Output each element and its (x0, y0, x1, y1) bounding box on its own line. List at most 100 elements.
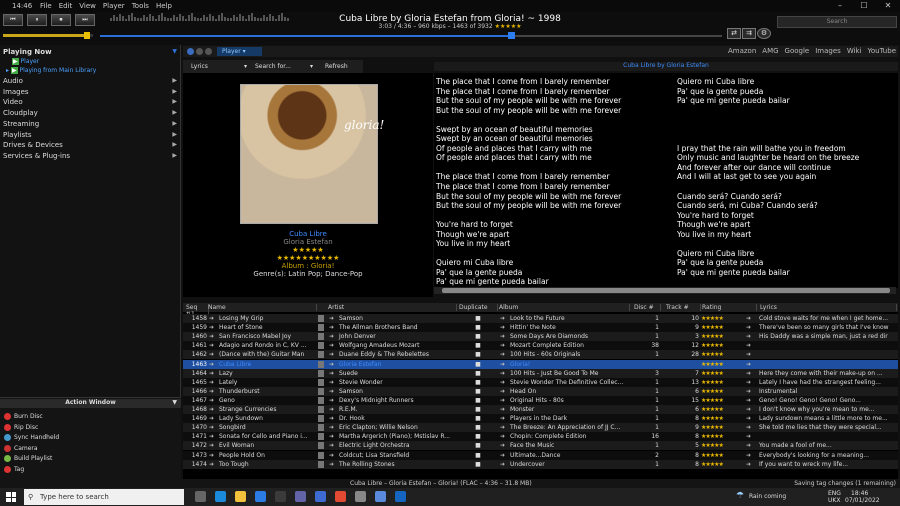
play-arrow-icon[interactable]: ➜ (329, 452, 337, 459)
play-arrow-icon[interactable]: ➜ (329, 351, 337, 358)
shuffle-button[interactable]: ⇄ (727, 28, 741, 39)
chevron-right-icon[interactable]: ▶ (172, 131, 177, 138)
album-arrow-icon[interactable]: ➜ (500, 333, 508, 340)
weather-text[interactable]: Rain coming (749, 493, 786, 500)
close-button[interactable]: ✕ (876, 0, 900, 12)
play-arrow-icon[interactable]: ➜ (209, 415, 217, 422)
column-header-lyrics[interactable]: Lyrics (759, 304, 897, 311)
column-header-track-[interactable]: Track # (665, 304, 701, 311)
link-youtube[interactable]: YouTube (868, 47, 896, 55)
minimize-button[interactable]: – (828, 0, 852, 12)
duplicate-checkbox[interactable]: ■ (458, 397, 498, 404)
taskbar-search-input[interactable]: ⚲ Type here to search (24, 489, 184, 505)
table-row[interactable]: 1467 Geno Dexy's Midnight Runners ■ Original… (183, 395, 898, 405)
lyrics-arrow-icon[interactable]: ➜ (746, 324, 754, 331)
lyrics-arrow-icon[interactable]: ➜ (746, 406, 754, 413)
play-arrow-icon[interactable]: ➜ (209, 433, 217, 440)
chevron-right-icon[interactable]: ▶ (172, 109, 177, 116)
lyrics-arrow-icon[interactable]: ➜ (746, 388, 754, 395)
duplicate-checkbox[interactable]: ■ (458, 370, 498, 377)
table-row[interactable]: 1459 Heart of Stone The Allman Brothers Ba… (183, 323, 898, 333)
tree-playing-from[interactable]: ▸ ▶ Playing from Main Library (6, 67, 96, 74)
duplicate-checkbox[interactable]: ■ (458, 324, 498, 331)
home-icon[interactable] (205, 48, 212, 55)
table-row[interactable]: 1468 Strange Currencies R.E.M. ■ Monster 1 6 ★★… (183, 405, 898, 414)
lyrics-arrow-icon[interactable]: ➜ (746, 433, 754, 440)
tree-item-audio[interactable]: Audio ▶ (3, 77, 177, 85)
play-arrow-icon[interactable]: ➜ (209, 452, 217, 459)
tree-player[interactable]: ▶ Player (12, 58, 39, 65)
tree-item-streaming[interactable]: Streaming ▶ (3, 120, 177, 128)
media-center-icon[interactable] (315, 491, 326, 502)
chevron-right-icon[interactable]: ▶ (172, 141, 177, 148)
play-arrow-icon[interactable]: ➜ (209, 315, 217, 322)
dropdown-arrow-icon[interactable]: ▾ (310, 63, 313, 70)
table-row[interactable]: 1474 Too Tough The Rolling Stones ■ Undercov… (183, 459, 898, 469)
lyrics-arrow-icon[interactable]: ➜ (746, 397, 754, 404)
menu-file[interactable]: File (40, 2, 52, 10)
play-arrow-icon[interactable]: ➜ (209, 351, 217, 358)
refresh-icon[interactable] (196, 48, 203, 55)
link-images[interactable]: Images (815, 47, 841, 55)
play-arrow-icon[interactable]: ➜ (329, 433, 337, 440)
lyrics-arrow-icon[interactable]: ➜ (746, 415, 754, 422)
link-amazon[interactable]: Amazon (728, 47, 756, 55)
album-arrow-icon[interactable]: ➜ (500, 351, 508, 358)
teams-icon[interactable] (295, 491, 306, 502)
play-arrow-icon[interactable]: ➜ (329, 342, 337, 349)
edge-icon[interactable] (215, 491, 226, 502)
table-row[interactable]: 1471 Sonata for Cello and Piano i... Marth… (183, 432, 898, 442)
duplicate-checkbox[interactable]: ■ (458, 442, 498, 449)
play-arrow-icon[interactable]: ➜ (209, 333, 217, 340)
stop-button[interactable]: ⏹ (51, 14, 71, 26)
play-arrow-icon[interactable]: ➜ (329, 397, 337, 404)
play-arrow-icon[interactable]: ➜ (329, 324, 337, 331)
next-button[interactable]: ⏭ (75, 14, 95, 26)
tree-item-drives-devices[interactable]: Drives & Devices ▶ (3, 141, 177, 149)
windows-start-icon[interactable] (6, 492, 16, 502)
tree-item-playlists[interactable]: Playlists ▶ (3, 131, 177, 139)
mail-icon[interactable] (255, 491, 266, 502)
lyrics-arrow-icon[interactable]: ➜ (746, 351, 754, 358)
duplicate-checkbox[interactable]: ■ (458, 452, 498, 459)
play-arrow-icon[interactable]: ➜ (329, 361, 337, 368)
chevron-right-icon[interactable]: ▶ (172, 88, 177, 95)
expand-icon[interactable]: ▸ (6, 67, 9, 74)
track-tag-stars[interactable]: ★★★★★★★★★★ (183, 254, 433, 262)
repeat-button[interactable]: ⇉ (742, 28, 756, 39)
table-row[interactable]: 1470 Songbird Eric Clapton; Willie Nelson ■… (183, 423, 898, 433)
dropdown-arrow-icon[interactable]: ▾ (244, 63, 247, 70)
table-row[interactable]: 1465 Lately Stevie Wonder ■ Stevie Wonder Th… (183, 377, 898, 387)
play-arrow-icon[interactable]: ➜ (209, 342, 217, 349)
tree-item-cloudplay[interactable]: Cloudplay ▶ (3, 109, 177, 117)
play-arrow-icon[interactable]: ➜ (329, 442, 337, 449)
table-row[interactable]: 1461 Adagio and Rondo in C, KV ... Wolfgan… (183, 341, 898, 351)
search-for-dropdown[interactable]: Search for... ▾ (251, 63, 313, 70)
chevron-down-icon[interactable]: ▼ (172, 48, 177, 55)
lyrics-arrow-icon[interactable]: ➜ (746, 361, 754, 368)
lyrics-arrow-icon[interactable]: ➜ (746, 342, 754, 349)
album-arrow-icon[interactable]: ➜ (500, 461, 508, 468)
play-arrow-icon[interactable]: ➜ (209, 397, 217, 404)
duplicate-checkbox[interactable]: ■ (458, 379, 498, 386)
action-tag[interactable]: Tag (4, 465, 24, 473)
play-arrow-icon[interactable]: ➜ (329, 415, 337, 422)
lyrics-arrow-icon[interactable]: ➜ (746, 442, 754, 449)
menu-help[interactable]: Help (156, 2, 172, 10)
settings-icon[interactable]: ⚙ (757, 28, 771, 39)
play-arrow-icon[interactable]: ➜ (209, 442, 217, 449)
previous-button[interactable]: ⏮ (3, 14, 23, 26)
photos-icon[interactable] (375, 491, 386, 502)
play-arrow-icon[interactable]: ➜ (209, 461, 217, 468)
lyrics-arrow-icon[interactable]: ➜ (746, 370, 754, 377)
maximize-button[interactable]: ☐ (852, 0, 876, 12)
link-wiki[interactable]: Wiki (847, 47, 862, 55)
duplicate-checkbox[interactable]: ■ (458, 315, 498, 322)
table-row[interactable]: 1462 (Dance with the) Guitar Man Duane Edd… (183, 350, 898, 360)
lyrics-arrow-icon[interactable]: ➜ (746, 461, 754, 468)
play-arrow-icon[interactable]: ➜ (329, 424, 337, 431)
column-header-rating[interactable]: Rating (701, 304, 757, 311)
duplicate-checkbox[interactable]: ■ (458, 424, 498, 431)
chevron-right-icon[interactable]: ▶ (172, 98, 177, 105)
album-arrow-icon[interactable]: ➜ (500, 379, 508, 386)
